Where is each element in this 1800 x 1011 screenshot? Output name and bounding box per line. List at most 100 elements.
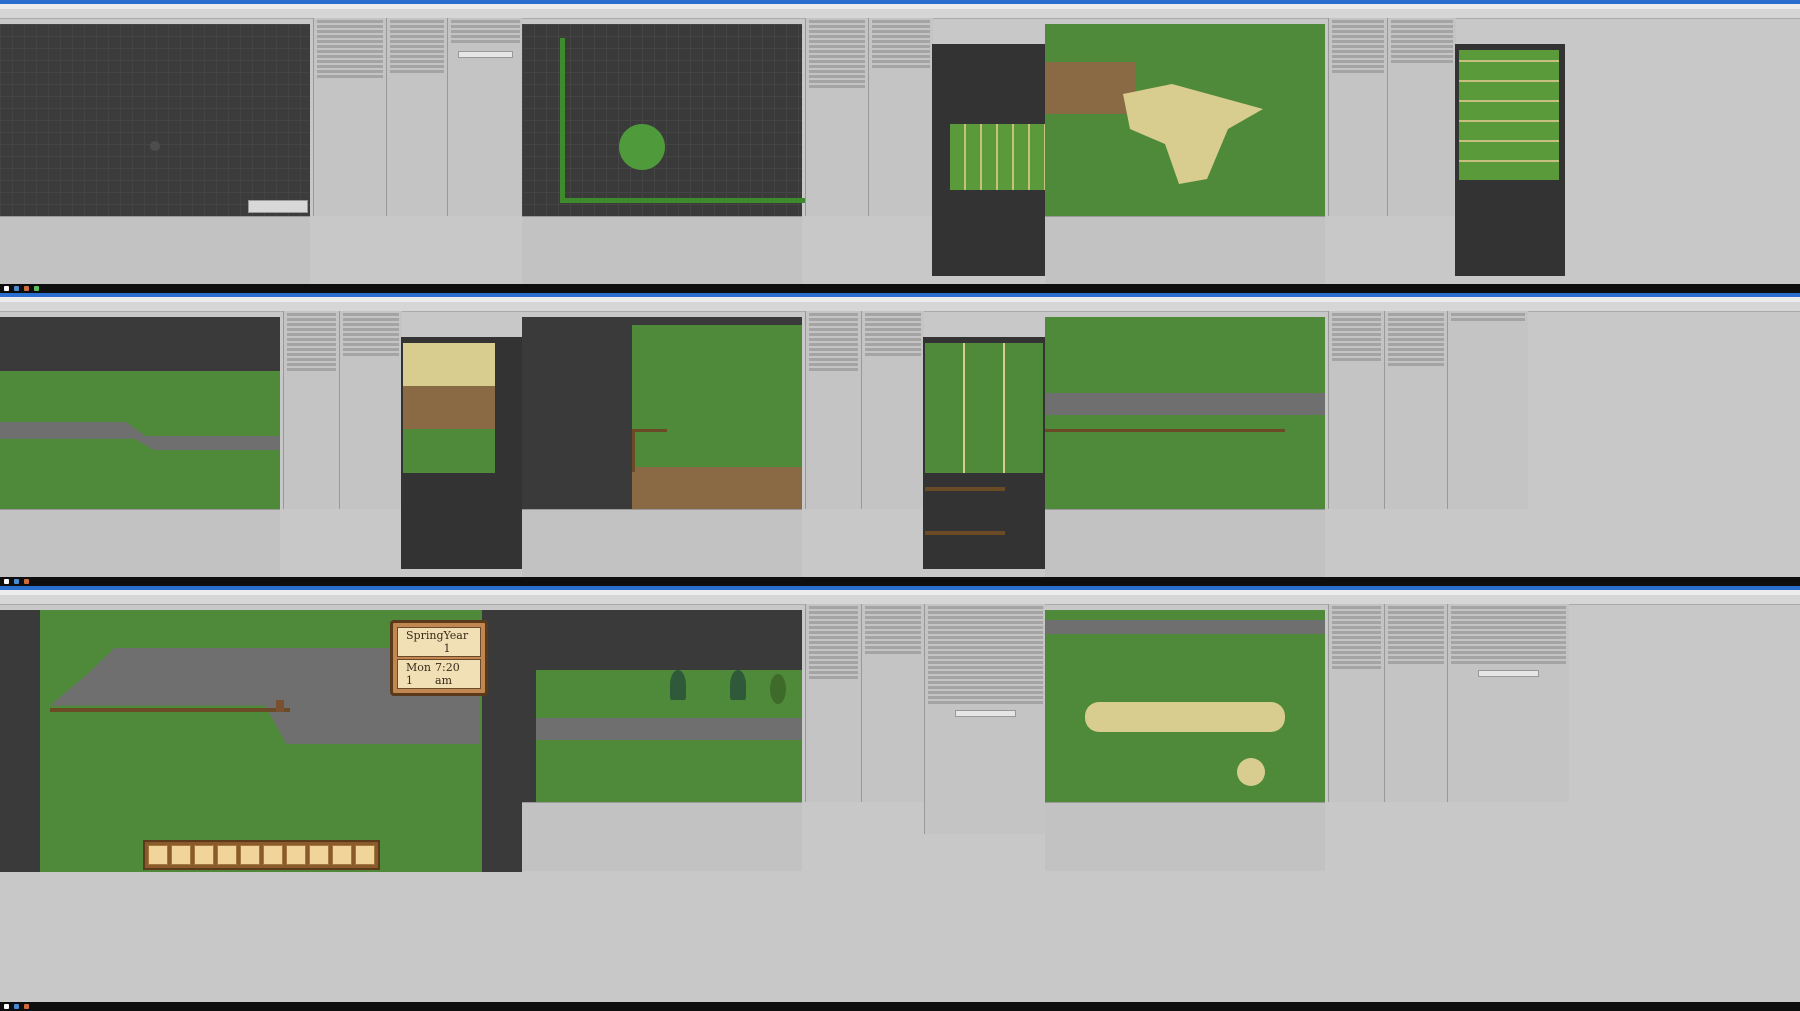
- hotbar-slot[interactable]: [194, 845, 214, 865]
- project-panel[interactable]: [339, 311, 402, 509]
- day-time-row: Mon 1 7:20 am: [397, 659, 481, 689]
- scene-view[interactable]: [522, 317, 802, 509]
- hierarchy-panel[interactable]: [1328, 311, 1384, 509]
- stone-wall: [536, 718, 802, 740]
- game-view[interactable]: Spring Year 1 Mon 1 7:20 am: [0, 610, 522, 872]
- toolbar[interactable]: [0, 595, 522, 605]
- console-panel[interactable]: [0, 509, 280, 577]
- fence-post: [632, 429, 667, 472]
- tile-palette[interactable]: [1455, 44, 1565, 276]
- hierarchy-panel[interactable]: [805, 18, 868, 216]
- project-panel[interactable]: [386, 18, 447, 216]
- player-character: [276, 700, 284, 712]
- taskbar[interactable]: [0, 284, 1800, 293]
- app-icon[interactable]: [14, 286, 19, 291]
- scene-view[interactable]: [522, 24, 805, 216]
- project-panel[interactable]: [861, 604, 924, 802]
- screenshot-grid: Spring Year 1 Mon 1 7:20 am: [0, 0, 1800, 1011]
- project-panel[interactable]: [1384, 604, 1447, 802]
- tilemap-overlay-panel[interactable]: [248, 200, 308, 213]
- project-panel[interactable]: [861, 311, 924, 509]
- year-label: Year 1: [443, 629, 469, 655]
- fence-tiles[interactable]: [925, 487, 1005, 535]
- hotbar-slot[interactable]: [355, 845, 375, 865]
- inspector-panel[interactable]: [1447, 604, 1569, 802]
- console-panel[interactable]: [522, 509, 802, 577]
- fence-rail: [50, 708, 290, 712]
- hierarchy-panel[interactable]: [805, 604, 861, 802]
- hierarchy-panel[interactable]: [283, 311, 339, 509]
- hotbar-slot[interactable]: [217, 845, 237, 865]
- dirt-patch: [1045, 62, 1135, 114]
- project-panel[interactable]: [1387, 18, 1456, 216]
- app-icon[interactable]: [24, 579, 29, 584]
- start-icon[interactable]: [4, 579, 9, 584]
- inventory-hotbar[interactable]: [143, 840, 380, 870]
- tile-palette[interactable]: [923, 337, 1045, 569]
- stone-wall: [1045, 393, 1325, 415]
- sand-blob: [1237, 758, 1265, 786]
- taskbar[interactable]: [0, 577, 1800, 586]
- season-year-row: Spring Year 1: [397, 627, 481, 657]
- palette-tiles[interactable]: [925, 343, 1043, 473]
- toolbar[interactable]: [522, 9, 1045, 19]
- add-component-button[interactable]: [458, 51, 513, 58]
- toolbar[interactable]: [0, 302, 522, 312]
- project-panel[interactable]: [868, 18, 933, 216]
- scene-view[interactable]: [522, 610, 802, 802]
- console-panel[interactable]: [1045, 216, 1325, 284]
- inspector-panel[interactable]: [924, 604, 1045, 834]
- palette-tiles[interactable]: [950, 124, 1045, 190]
- console-panel[interactable]: [0, 216, 310, 284]
- scene-view[interactable]: [1045, 610, 1325, 802]
- start-icon[interactable]: [4, 286, 9, 291]
- scene-view[interactable]: [0, 24, 310, 216]
- unity-window-3: [1045, 0, 1800, 284]
- hierarchy-panel[interactable]: [805, 311, 861, 509]
- console-panel[interactable]: [522, 216, 802, 284]
- scene-view[interactable]: [1045, 24, 1325, 216]
- unity-window-2: [522, 0, 1045, 284]
- hierarchy-panel[interactable]: [1328, 18, 1387, 216]
- taskbar[interactable]: [0, 1002, 1800, 1011]
- scene-view[interactable]: [1045, 317, 1325, 509]
- hierarchy-panel[interactable]: [313, 18, 386, 216]
- scene-view[interactable]: [0, 317, 280, 509]
- hotbar-slot[interactable]: [263, 845, 283, 865]
- app-icon[interactable]: [24, 286, 29, 291]
- hierarchy-panel[interactable]: [1328, 604, 1384, 802]
- tree: [770, 674, 786, 704]
- app-icon[interactable]: [24, 1004, 29, 1009]
- unity-window-1: [0, 0, 522, 284]
- dirt-area: [632, 467, 802, 509]
- hotbar-slot[interactable]: [240, 845, 260, 865]
- console-panel[interactable]: [522, 802, 802, 871]
- app-icon[interactable]: [14, 1004, 19, 1009]
- hotbar-slot[interactable]: [332, 845, 352, 865]
- hotbar-slot[interactable]: [148, 845, 168, 865]
- tile-palette[interactable]: [401, 337, 522, 569]
- project-panel[interactable]: [1384, 311, 1447, 509]
- season-label: Spring: [406, 629, 444, 642]
- palette-tiles[interactable]: [403, 343, 495, 473]
- inspector-panel[interactable]: [447, 18, 522, 216]
- sand-path: [1123, 84, 1263, 184]
- hotbar-slot[interactable]: [171, 845, 191, 865]
- unity-window-6: [1045, 293, 1800, 577]
- add-component-button[interactable]: [955, 710, 1016, 717]
- tilemap-border: [560, 38, 805, 203]
- unity-window-7: Spring Year 1 Mon 1 7:20 am: [0, 586, 522, 1002]
- toolbar[interactable]: [522, 302, 1045, 312]
- console-panel[interactable]: [1045, 509, 1325, 577]
- inspector-panel[interactable]: [1447, 311, 1528, 509]
- hotbar-slot[interactable]: [309, 845, 329, 865]
- palette-tiles[interactable]: [1459, 50, 1559, 180]
- app-icon[interactable]: [34, 286, 39, 291]
- add-component-button[interactable]: [1478, 670, 1539, 677]
- tile-palette[interactable]: [932, 44, 1045, 276]
- hotbar-slot[interactable]: [286, 845, 306, 865]
- tree: [670, 670, 686, 700]
- console-panel[interactable]: [1045, 802, 1325, 871]
- start-icon[interactable]: [4, 1004, 9, 1009]
- app-icon[interactable]: [14, 579, 19, 584]
